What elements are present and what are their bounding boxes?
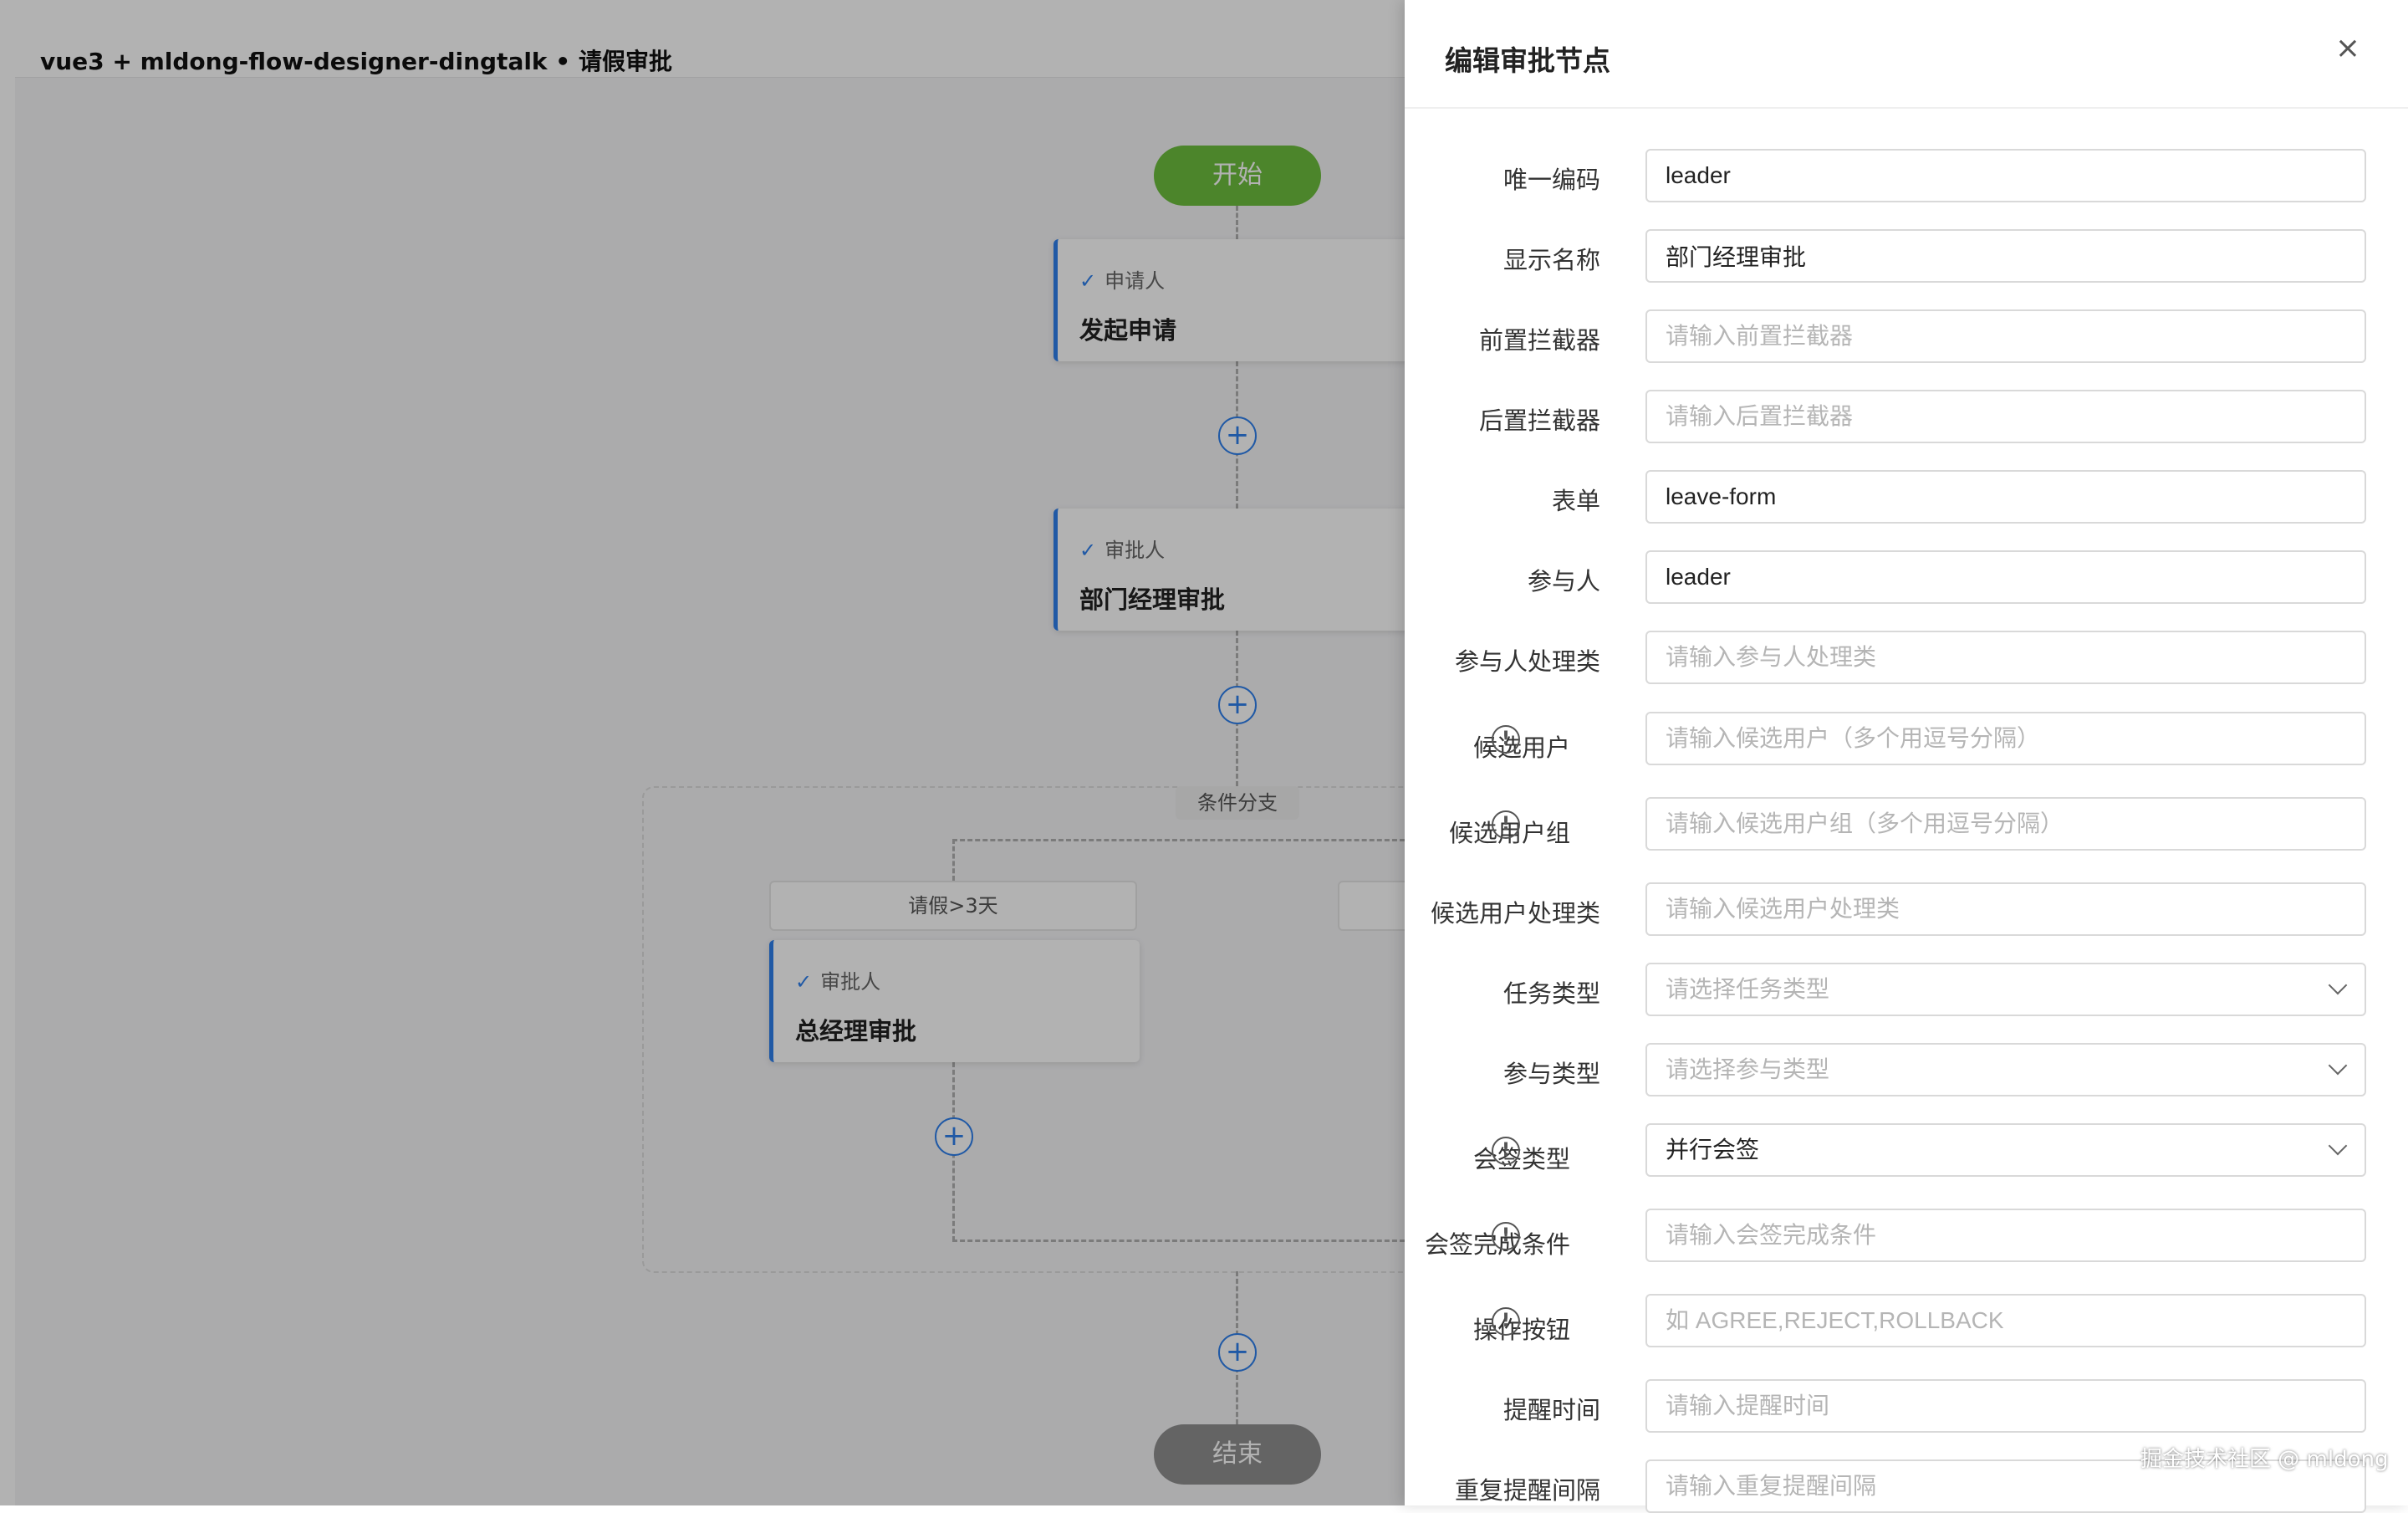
select-value: 请选择任务类型 xyxy=(1666,975,1830,1003)
form-row: 参与人处理类 xyxy=(1405,631,2408,684)
chevron-down-icon xyxy=(2328,975,2348,995)
form-row: 任务类型 请选择任务类型 xyxy=(1405,963,2408,1016)
info-circle-icon[interactable]: ! xyxy=(1492,1222,1520,1250)
info-circle-icon[interactable]: ! xyxy=(1492,810,1520,839)
form-row: 候选用户组! xyxy=(1405,797,2408,851)
text-input[interactable] xyxy=(1645,797,2366,851)
field-label: 候选用户 xyxy=(1472,733,1570,762)
field-label: 参与人处理类 xyxy=(1454,647,1600,676)
select-field[interactable]: 请选择任务类型 xyxy=(1645,963,2366,1016)
form-row: 操作按钮! xyxy=(1405,1294,2408,1347)
info-circle-icon[interactable]: ! xyxy=(1492,1307,1520,1336)
select-value: 并行会签 xyxy=(1666,1136,1760,1163)
field-label: 候选用户处理类 xyxy=(1430,899,1600,928)
field-label: 显示名称 xyxy=(1502,246,1600,274)
form-row: 会签完成条件! xyxy=(1405,1209,2408,1262)
form-row: 唯一编码 xyxy=(1405,149,2408,202)
field-label: 表单 xyxy=(1551,487,1600,515)
field-label: 唯一编码 xyxy=(1502,166,1600,194)
form-row: 提醒时间 xyxy=(1405,1379,2408,1433)
form-row: 前置拦截器 xyxy=(1405,309,2408,363)
text-input[interactable] xyxy=(1645,470,2366,524)
form-row: 显示名称 xyxy=(1405,229,2408,283)
watermark: 掘金技术社区 @ mldong xyxy=(2140,1447,2389,1472)
drawer-mask[interactable] xyxy=(0,0,1405,1505)
text-input[interactable] xyxy=(1645,550,2366,604)
edit-node-drawer: 编辑审批节点 × 唯一编码显示名称前置拦截器后置拦截器表单参与人参与人处理类候选… xyxy=(1405,0,2408,1513)
text-input[interactable] xyxy=(1645,229,2366,283)
form-row: 候选用户处理类 xyxy=(1405,882,2408,936)
field-label: 提醒时间 xyxy=(1502,1396,1600,1424)
select-field[interactable]: 请选择参与类型 xyxy=(1645,1043,2366,1096)
chevron-down-icon xyxy=(2328,1056,2348,1076)
drawer-title: 编辑审批节点 xyxy=(1445,44,1610,77)
form-row: 表单 xyxy=(1405,470,2408,524)
text-input[interactable] xyxy=(1645,712,2366,765)
field-label: 重复提醒间隔 xyxy=(1454,1476,1600,1505)
form-row: 候选用户! xyxy=(1405,712,2408,765)
info-circle-icon[interactable]: ! xyxy=(1492,725,1520,754)
select-value: 请选择参与类型 xyxy=(1666,1056,1830,1083)
form-row: 后置拦截器 xyxy=(1405,390,2408,443)
text-input[interactable] xyxy=(1645,1209,2366,1262)
info-circle-icon[interactable]: ! xyxy=(1492,1137,1520,1165)
text-input[interactable] xyxy=(1645,149,2366,202)
form-row: 会签类型! 并行会签 xyxy=(1405,1123,2408,1177)
field-label: 任务类型 xyxy=(1502,979,1600,1008)
field-label: 后置拦截器 xyxy=(1478,406,1600,435)
form-row: 参与人 xyxy=(1405,550,2408,604)
field-label: 会签类型 xyxy=(1472,1145,1570,1173)
text-input[interactable] xyxy=(1645,631,2366,684)
text-input[interactable] xyxy=(1645,1294,2366,1347)
drawer-header: 编辑审批节点 × xyxy=(1405,0,2408,109)
field-label: 前置拦截器 xyxy=(1478,326,1600,355)
text-input[interactable] xyxy=(1645,1379,2366,1433)
field-label: 操作按钮 xyxy=(1472,1316,1570,1344)
text-input[interactable] xyxy=(1645,882,2366,936)
select-field[interactable]: 并行会签 xyxy=(1645,1123,2366,1177)
text-input[interactable] xyxy=(1645,309,2366,363)
chevron-down-icon xyxy=(2328,1136,2348,1156)
field-label: 参与类型 xyxy=(1502,1060,1600,1088)
field-label: 参与人 xyxy=(1527,567,1600,595)
text-input[interactable] xyxy=(1645,390,2366,443)
close-icon[interactable]: × xyxy=(2331,32,2365,65)
form-row: 参与类型 请选择参与类型 xyxy=(1405,1043,2408,1096)
